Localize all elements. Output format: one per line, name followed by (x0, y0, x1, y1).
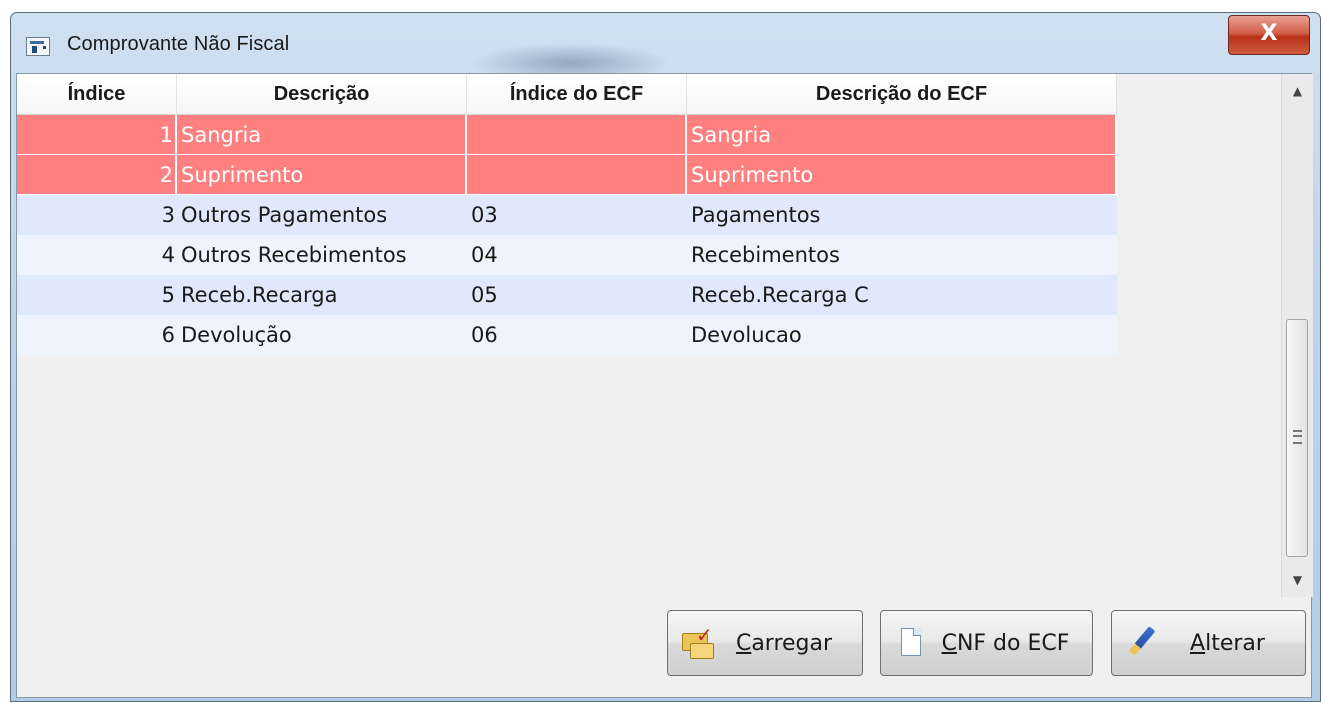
title-bar[interactable]: Comprovante Não Fiscal X (11, 13, 1320, 83)
cell-descricao-ecf[interactable]: Sangria (687, 115, 1117, 155)
table-row[interactable]: 4 Outros Recebimentos 04 Recebimentos (17, 235, 1117, 275)
cnf-do-ecf-button[interactable]: CNF do ECF (880, 610, 1093, 676)
table-row[interactable]: 1 Sangria Sangria (17, 115, 1117, 155)
cell-indice-ecf[interactable]: 05 (467, 275, 687, 315)
carregar-label: Carregar (735, 630, 833, 656)
cell-descricao[interactable]: Sangria (177, 115, 467, 155)
grip-icon (1293, 430, 1302, 444)
column-header-descricao[interactable]: Descrição (177, 74, 467, 114)
cell-descricao-ecf[interactable]: Pagamentos (687, 195, 1117, 235)
table-row[interactable]: 6 Devolução 06 Devolucao (17, 315, 1117, 355)
alterar-label: Alterar (1190, 630, 1265, 656)
carregar-button[interactable]: ✓ Carregar (667, 610, 863, 676)
cell-descricao-ecf[interactable]: Recebimentos (687, 235, 1117, 275)
column-header-descricao-ecf[interactable]: Descrição do ECF (687, 74, 1117, 114)
cell-indice-ecf[interactable] (467, 115, 687, 155)
cell-indice[interactable]: 3 (17, 195, 177, 235)
cell-indice[interactable]: 2 (17, 155, 177, 195)
cell-descricao-ecf[interactable]: Suprimento (687, 155, 1117, 195)
grid-rows: 1 Sangria Sangria 2 Suprimento Supriment… (17, 115, 1117, 355)
cell-descricao[interactable]: Outros Pagamentos (177, 195, 467, 235)
cell-indice-ecf[interactable]: 06 (467, 315, 687, 355)
alterar-button[interactable]: Alterar (1111, 610, 1306, 676)
cell-indice[interactable]: 5 (17, 275, 177, 315)
column-header-indice-ecf[interactable]: Índice do ECF (467, 74, 687, 114)
data-grid[interactable]: Índice Descrição Índice do ECF Descrição… (17, 74, 1281, 597)
cell-indice-ecf[interactable] (467, 155, 687, 195)
dialog-window: Comprovante Não Fiscal X Índice Descriçã… (10, 12, 1321, 702)
document-icon (893, 625, 929, 661)
client-area: Índice Descrição Índice do ECF Descrição… (16, 73, 1313, 698)
grid-header: Índice Descrição Índice do ECF Descrição… (17, 74, 1117, 115)
close-button[interactable]: X (1228, 15, 1310, 55)
cell-descricao-ecf[interactable]: Devolucao (687, 315, 1117, 355)
folder-check-icon: ✓ (680, 625, 716, 661)
cell-descricao[interactable]: Outros Recebimentos (177, 235, 467, 275)
cell-indice[interactable]: 1 (17, 115, 177, 155)
window-title: Comprovante Não Fiscal (67, 33, 290, 55)
cell-indice-ecf[interactable]: 03 (467, 195, 687, 235)
cell-descricao[interactable]: Suprimento (177, 155, 467, 195)
close-icon: X (1260, 21, 1278, 46)
cell-descricao-ecf[interactable]: Receb.Recarga C (687, 275, 1117, 315)
cell-indice[interactable]: 6 (17, 315, 177, 355)
cell-indice[interactable]: 4 (17, 235, 177, 275)
table-row[interactable]: 2 Suprimento Suprimento (17, 155, 1117, 195)
scrollbar-thumb[interactable] (1286, 319, 1308, 557)
pen-icon (1124, 625, 1160, 661)
scroll-down-arrow-icon[interactable]: ▼ (1282, 563, 1313, 597)
column-header-indice[interactable]: Índice (17, 74, 177, 114)
vertical-scrollbar[interactable]: ▲ ▼ (1281, 74, 1313, 597)
table-row[interactable]: 3 Outros Pagamentos 03 Pagamentos (17, 195, 1117, 235)
scroll-up-arrow-icon[interactable]: ▲ (1282, 74, 1313, 108)
cnf-do-ecf-label: CNF do ECF (941, 630, 1070, 656)
cell-indice-ecf[interactable]: 04 (467, 235, 687, 275)
cell-descricao[interactable]: Receb.Recarga (177, 275, 467, 315)
table-row[interactable]: 5 Receb.Recarga 05 Receb.Recarga C (17, 275, 1117, 315)
app-icon (26, 37, 50, 56)
cell-descricao[interactable]: Devolução (177, 315, 467, 355)
